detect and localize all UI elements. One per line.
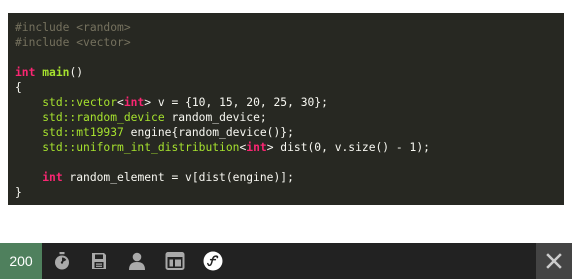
code-line: { bbox=[15, 80, 564, 95]
code-token: std::uniform_int_distribution bbox=[42, 141, 240, 154]
debug-toolbar: 200 bbox=[0, 243, 572, 279]
code-line: #include <vector> bbox=[15, 35, 564, 50]
code-token: { bbox=[15, 81, 22, 94]
code-token: std::random_device bbox=[42, 111, 165, 124]
code-token: } bbox=[15, 186, 22, 199]
symfony-icon[interactable] bbox=[203, 251, 223, 271]
code-token: int bbox=[123, 96, 145, 109]
code-token: std::vector bbox=[42, 96, 118, 109]
code-line: std::uniform_int_distribution<int> dist(… bbox=[15, 140, 564, 155]
code-line: std::vector<int> v = {10, 15, 20, 25, 30… bbox=[15, 95, 564, 110]
code-line: std::mt19937 engine{random_device()}; bbox=[15, 125, 564, 140]
code-token: int bbox=[42, 171, 63, 184]
status-code-badge[interactable]: 200 bbox=[0, 243, 42, 279]
code-block: #include <random> #include <vector> int m… bbox=[8, 13, 564, 205]
code-token: int bbox=[15, 66, 36, 79]
close-toolbar-button[interactable] bbox=[536, 243, 572, 279]
code-token: engine{random_device()}; bbox=[123, 126, 294, 139]
code-line: #include <random> bbox=[15, 20, 564, 35]
code-token: random_device; bbox=[164, 111, 267, 124]
code-token: < bbox=[117, 96, 124, 109]
code-token: #include <random> bbox=[15, 21, 131, 34]
code-token: std::mt19937 bbox=[42, 126, 124, 139]
code-token: int bbox=[246, 141, 267, 154]
code-token: random_element = v[dist(engine)]; bbox=[62, 171, 294, 184]
code-token: #include <vector> bbox=[15, 36, 131, 49]
timer-icon[interactable] bbox=[52, 251, 72, 271]
code-line: std::random_device random_device; bbox=[15, 110, 564, 125]
close-icon bbox=[546, 253, 562, 269]
memory-icon[interactable] bbox=[89, 251, 109, 271]
code-token: main bbox=[42, 66, 70, 79]
code-line: int random_element = v[dist(engine)]; bbox=[15, 170, 564, 185]
code-line: } bbox=[15, 185, 564, 200]
user-icon[interactable] bbox=[127, 251, 147, 271]
code-token: > dist(0, v.size() - 1); bbox=[266, 141, 430, 154]
code-token: () bbox=[69, 66, 84, 79]
code-token: > v = {10, 15, 20, 25, 30}; bbox=[144, 96, 328, 109]
code-line: int main() bbox=[15, 65, 564, 80]
layout-icon[interactable] bbox=[165, 251, 185, 271]
